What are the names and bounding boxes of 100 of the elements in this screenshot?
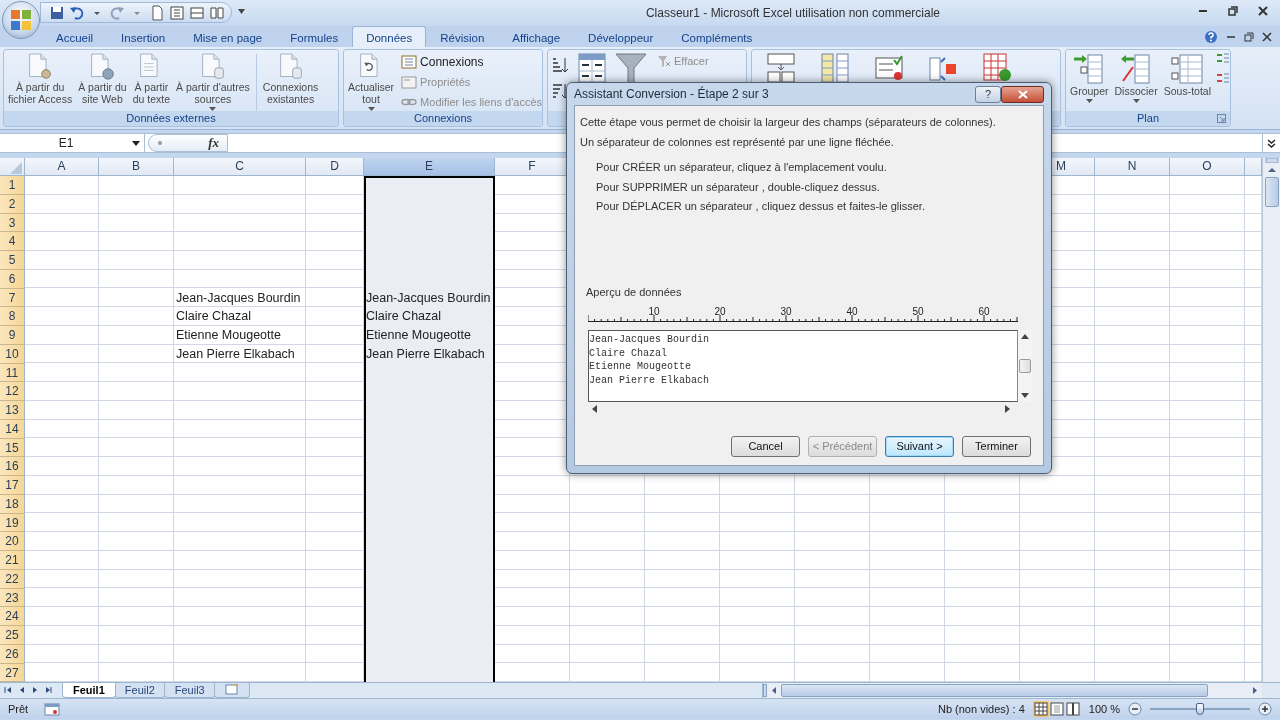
ribbon-tab[interactable]: Formules — [276, 26, 353, 47]
column-header[interactable]: C — [174, 158, 306, 176]
vertical-scrollbar[interactable] — [1262, 158, 1280, 682]
sort-icon[interactable] — [577, 52, 607, 84]
scrollbar-thumb[interactable] — [1264, 177, 1279, 207]
corner-triangle-icon — [10, 162, 22, 174]
ribbon-tab[interactable]: Mise en page — [179, 26, 277, 47]
sort-ascending-icon[interactable] — [551, 56, 569, 74]
split-handle-icon[interactable] — [1264, 158, 1279, 163]
row-header[interactable]: 21 — [0, 551, 25, 570]
page-break-icon[interactable] — [1064, 701, 1081, 717]
zoom-percentage[interactable]: 100 % — [1088, 700, 1120, 718]
row-header[interactable]: 8 — [0, 307, 25, 326]
office-button[interactable] — [2, 1, 40, 39]
ribbon-button[interactable]: Dissocier — [1113, 52, 1159, 103]
instruction-text: Cette étape vous permet de choisir la largeur des champs (séparateurs de colonnes). — [580, 115, 997, 130]
expand-icon[interactable] — [1267, 138, 1276, 148]
row-header[interactable]: 9 — [0, 326, 25, 345]
ruler-label: 60 — [978, 306, 990, 317]
new-document-icon[interactable] — [149, 4, 165, 21]
restore-icon[interactable] — [1244, 31, 1254, 42]
zoom-slider-thumb[interactable] — [1196, 703, 1204, 715]
show-detail-icon[interactable] — [1216, 52, 1230, 64]
ribbon-tab[interactable]: Révision — [426, 26, 499, 47]
sort-descending-icon[interactable] — [551, 82, 569, 100]
scrollbar-thumb[interactable] — [781, 684, 1208, 697]
row-header[interactable]: 24 — [0, 607, 25, 626]
name-box[interactable]: E1 — [0, 134, 145, 152]
row-header[interactable]: 1 — [0, 176, 25, 195]
column-header[interactable]: A — [25, 158, 99, 176]
scroll-left-icon[interactable] — [592, 405, 597, 413]
help-icon[interactable] — [1204, 29, 1218, 44]
split-handle-icon[interactable] — [763, 684, 767, 697]
scroll-right-icon[interactable] — [1005, 405, 1010, 413]
ribbon-button[interactable]: À partir du fichier Access — [7, 52, 74, 105]
columns-icon[interactable] — [820, 52, 850, 84]
data-preview[interactable]: Jean-Jacques Bourdin Claire Chazal Etienne Mougeotte Jean Pierre Elkabach — [588, 330, 1018, 402]
column-header[interactable]: E — [364, 158, 495, 176]
first-sheet-icon[interactable] — [4, 686, 13, 694]
ribbon-button[interactable]: Actualiser tout — [347, 52, 396, 111]
next-sheet-icon[interactable] — [30, 686, 39, 694]
help-button[interactable]: ? — [975, 85, 1001, 103]
close-icon[interactable] — [1262, 31, 1272, 42]
close-button[interactable] — [1001, 85, 1044, 103]
row-header[interactable]: 25 — [0, 626, 25, 645]
caret-icon[interactable] — [132, 140, 140, 146]
row-header[interactable]: 4 — [0, 232, 25, 251]
ribbon-button[interactable]: À partir d'autres sources — [175, 52, 251, 111]
close-icon — [1017, 89, 1028, 99]
macro-record-icon[interactable] — [44, 702, 61, 716]
normal-view-icon[interactable] — [1032, 701, 1049, 717]
ribbon-tab[interactable]: Affichage — [498, 26, 575, 47]
column-header[interactable]: D — [306, 158, 364, 176]
ribbon-tab[interactable]: Compléments — [667, 26, 767, 47]
table-cell-text: Etienne Mougeotte — [365, 327, 472, 344]
ribbon-button[interactable]: Connexions existantes — [261, 52, 320, 105]
hide-detail-icon[interactable] — [1216, 72, 1230, 84]
dialog-launcher-icon[interactable] — [1217, 114, 1226, 123]
row-header[interactable]: 16 — [0, 457, 25, 476]
row-header[interactable]: 13 — [0, 401, 25, 420]
table-split-icon[interactable] — [766, 52, 796, 84]
undo-icon[interactable] — [69, 4, 85, 21]
scroll-up-icon[interactable] — [1021, 334, 1029, 339]
row-header[interactable]: 5 — [0, 251, 25, 270]
dialog-button[interactable]: Suivant > — [885, 436, 954, 457]
row-header[interactable]: 20 — [0, 532, 25, 551]
dialog-button[interactable]: Terminer — [962, 436, 1031, 457]
page-break-icon[interactable] — [189, 4, 205, 21]
ribbon-button[interactable]: Connexions — [399, 52, 542, 72]
sheet-tab[interactable]: Feuil2 — [113, 683, 166, 698]
dialog-button[interactable]: Cancel — [731, 436, 800, 457]
row-header[interactable]: 17 — [0, 476, 25, 495]
ribbon-button[interactable]: Sous-total — [1162, 52, 1212, 97]
scrollbar-thumb[interactable] — [1019, 359, 1031, 373]
book-icon[interactable] — [209, 4, 225, 21]
ribbon-tab[interactable]: Insertion — [107, 26, 180, 47]
sheet-tab[interactable]: Feuil1 — [62, 683, 116, 698]
ribbon-button[interactable]: À partir du texte — [131, 52, 172, 105]
ribbon-tab[interactable]: Développeur — [574, 26, 668, 47]
page-layout-icon[interactable] — [169, 4, 185, 21]
save-icon[interactable] — [49, 4, 65, 21]
last-sheet-icon[interactable] — [43, 686, 52, 694]
ribbon-tab[interactable]: Accueil — [42, 26, 108, 47]
column-header[interactable]: B — [99, 158, 174, 176]
row-header[interactable]: 12 — [0, 382, 25, 401]
section-label: Aperçu de données — [586, 284, 682, 300]
zoom-out-icon[interactable] — [1128, 702, 1142, 716]
insert-function-button[interactable]: fx — [208, 133, 219, 153]
zoom-in-icon[interactable] — [1258, 702, 1272, 716]
minimize-icon[interactable] — [1226, 35, 1236, 38]
ribbon-button[interactable]: Grouper — [1069, 52, 1110, 103]
sheet-tab[interactable]: Feuil3 — [163, 683, 216, 698]
customize-caret-icon[interactable] — [237, 7, 246, 15]
table-cell-text: Claire Chazal — [365, 308, 443, 326]
column-header[interactable]: N — [1095, 158, 1170, 176]
clear-filter-icon — [657, 54, 671, 69]
ribbon-tab[interactable]: Données — [352, 26, 427, 47]
scroll-down-icon[interactable] — [1021, 393, 1029, 398]
ribbon-button[interactable]: À partir du site Web — [77, 52, 128, 105]
column-header[interactable]: O — [1170, 158, 1245, 176]
